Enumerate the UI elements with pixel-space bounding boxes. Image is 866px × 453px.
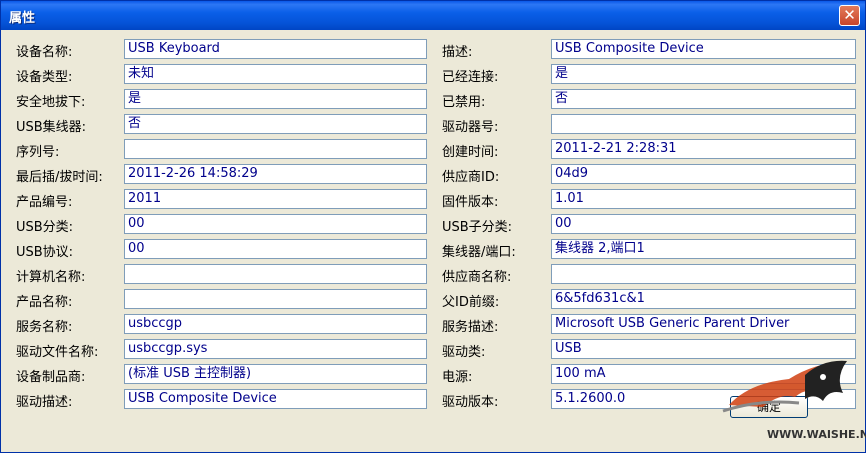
property-label: USB分类:: [16, 220, 74, 235]
property-label: USB协议:: [16, 245, 74, 260]
property-value-field[interactable]: 04d9: [551, 164, 856, 184]
property-label: 驱动描述:: [16, 395, 73, 410]
property-value-field[interactable]: 未知: [124, 64, 427, 84]
property-label: 服务名称:: [16, 320, 73, 335]
property-value-field[interactable]: (标准 USB 主控制器): [124, 364, 427, 384]
property-value-field[interactable]: 2011-2-21 2:28:31: [551, 139, 856, 159]
properties-window: 属性 ✕ 设备名称: USB Keyboard 描述: USB Composite D…: [0, 0, 866, 453]
property-value-field[interactable]: 6&5fd631c&1: [551, 289, 856, 309]
title-bar[interactable]: 属性 ✕: [1, 1, 865, 30]
property-label: 最后插/拔时间:: [16, 170, 103, 185]
property-value-field[interactable]: [551, 114, 856, 134]
property-label: 描述:: [442, 45, 473, 60]
property-label: 设备制品商:: [16, 370, 86, 385]
property-label: 已经连接:: [442, 70, 499, 85]
property-label: 驱动版本:: [442, 395, 499, 410]
property-value-field[interactable]: 2011-2-26 14:58:29: [124, 164, 427, 184]
property-value-field[interactable]: [124, 289, 427, 309]
property-label: USB子分类:: [442, 220, 513, 235]
property-label: 驱动文件名称:: [16, 345, 99, 360]
property-value-field[interactable]: 否: [124, 114, 427, 134]
property-value-field[interactable]: 00: [551, 214, 856, 234]
property-label: 计算机名称:: [16, 270, 86, 285]
property-label: 驱动类:: [442, 345, 486, 360]
window-title: 属性: [9, 11, 36, 26]
property-value-field[interactable]: USB Composite Device: [124, 389, 427, 409]
property-label: USB集线器:: [16, 120, 87, 135]
property-value-field[interactable]: USB Keyboard: [124, 39, 427, 59]
property-value-field[interactable]: 是: [124, 89, 427, 109]
property-value-field[interactable]: 集线器 2,端口1: [551, 239, 856, 259]
property-label: 服务描述:: [442, 320, 499, 335]
property-value-field[interactable]: USB Composite Device: [551, 39, 856, 59]
property-label: 供应商名称:: [442, 270, 512, 285]
property-value-field[interactable]: [551, 264, 856, 284]
property-value-field[interactable]: usbccgp.sys: [124, 339, 427, 359]
property-label: 父ID前缀:: [442, 295, 500, 310]
property-label: 供应商ID:: [442, 170, 500, 185]
property-label: 序列号:: [16, 145, 60, 160]
property-value-field[interactable]: 是: [551, 64, 856, 84]
property-label: 产品编号:: [16, 195, 73, 210]
eagle-logo-icon: [722, 360, 847, 413]
property-label: 设备类型:: [16, 70, 73, 85]
property-label: 创建时间:: [442, 145, 499, 160]
property-label: 固件版本:: [442, 195, 499, 210]
property-label: 产品名称:: [16, 295, 73, 310]
property-label: 安全地拔下:: [16, 95, 86, 110]
property-label: 集线器/端口:: [442, 245, 516, 260]
property-value-field[interactable]: 2011: [124, 189, 427, 209]
property-label: 设备名称:: [16, 45, 73, 60]
property-value-field[interactable]: 00: [124, 239, 427, 259]
close-button[interactable]: ✕: [839, 5, 860, 26]
property-value-field[interactable]: usbccgp: [124, 314, 427, 334]
property-value-field[interactable]: 00: [124, 214, 427, 234]
property-label: 电源:: [442, 370, 473, 385]
property-value-field[interactable]: [124, 264, 427, 284]
property-value-field[interactable]: [124, 139, 427, 159]
watermark-text: WWW.WAISHE.NET: [767, 428, 866, 441]
property-label: 驱动器号:: [442, 120, 499, 135]
property-value-field[interactable]: 否: [551, 89, 856, 109]
property-value-field[interactable]: 1.01: [551, 189, 856, 209]
property-label: 已禁用:: [442, 95, 486, 110]
property-value-field[interactable]: Microsoft USB Generic Parent Driver: [551, 314, 856, 334]
